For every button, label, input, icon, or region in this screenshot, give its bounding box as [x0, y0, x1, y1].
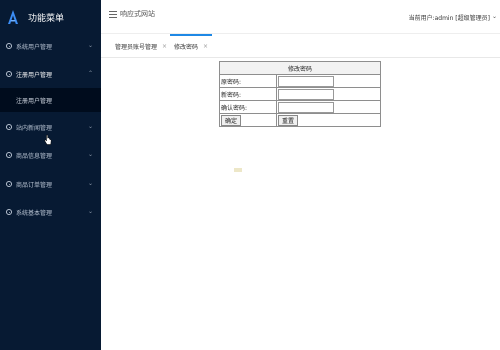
circle-icon	[6, 124, 12, 130]
site-title: 响应式网站	[120, 10, 155, 18]
change-password-form: 修改密码 原密码: 新密码: 确认密码: 确定 重置	[219, 61, 381, 127]
chevron-down-icon: ⌄	[87, 208, 93, 215]
chevron-up-icon: ⌃	[87, 70, 93, 77]
circle-icon	[6, 209, 12, 215]
close-icon[interactable]: ×	[162, 43, 167, 50]
main-content: 修改密码 原密码: 新密码: 确认密码: 确定 重置	[101, 58, 500, 350]
old-password-label: 原密码:	[219, 74, 277, 88]
chevron-down-icon: ⌄	[87, 151, 93, 158]
chevron-down-icon[interactable]: ⌄	[492, 13, 497, 20]
menu-item-registered-users[interactable]: 注册用户管理 ⌃	[0, 64, 101, 84]
circle-icon	[6, 71, 12, 77]
form-caption: 修改密码	[219, 61, 381, 75]
chevron-down-icon: ⌄	[87, 180, 93, 187]
menu-item-label: 系统用户管理	[16, 43, 53, 51]
menu-item-label: 站内新闻管理	[16, 124, 53, 132]
menu-item-system-basics[interactable]: 系统基本管理 ⌄	[0, 202, 101, 222]
new-password-field[interactable]	[278, 88, 334, 100]
menu-item-product-info[interactable]: 商品信息管理 ⌄	[0, 145, 101, 165]
mouse-cursor-icon	[44, 134, 52, 145]
submenu-item-registered-users[interactable]: 注册用户管理	[0, 88, 101, 112]
confirm-password-field[interactable]	[278, 101, 334, 113]
tab-admin-accounts[interactable]: 管理员账号管理 ×	[115, 34, 167, 58]
menu-item-label: 商品信息管理	[16, 152, 53, 160]
sidebar-title: 功能菜单	[28, 13, 65, 24]
sidebar-brand: 功能菜单	[0, 0, 101, 34]
logo-a-icon	[8, 10, 18, 24]
current-user-menu[interactable]: 当前用户:admin [超级管理员]	[409, 13, 490, 22]
render-artifact	[234, 168, 242, 172]
tab-change-password[interactable]: 修改密码 ×	[169, 34, 213, 58]
circle-icon	[6, 43, 12, 49]
reset-button[interactable]: 重置	[278, 114, 299, 126]
chevron-down-icon: ⌄	[87, 42, 93, 49]
sidebar: 功能菜单 系统用户管理 ⌄ 注册用户管理 ⌃ 注册用户管理 站内新闻管理 ⌄ 商…	[0, 0, 101, 350]
menu-item-label: 注册用户管理	[16, 71, 53, 79]
menu-item-system-users[interactable]: 系统用户管理 ⌄	[0, 36, 101, 56]
old-password-field[interactable]	[278, 75, 334, 87]
submit-button[interactable]: 确定	[221, 114, 242, 126]
tab-label: 修改密码	[174, 43, 199, 51]
tab-bar: 管理员账号管理 × 修改密码 ×	[101, 34, 500, 58]
chevron-down-icon: ⌄	[87, 123, 93, 130]
menu-item-label: 系统基本管理	[16, 209, 53, 217]
circle-icon	[6, 152, 12, 158]
confirm-password-label: 确认密码:	[219, 100, 277, 114]
new-password-label: 新密码:	[219, 87, 277, 101]
menu-icon[interactable]	[109, 11, 117, 18]
close-icon[interactable]: ×	[203, 43, 208, 50]
submenu-item-label: 注册用户管理	[16, 97, 53, 105]
circle-icon	[6, 181, 12, 187]
top-header: 响应式网站 当前用户:admin [超级管理员] ⌄	[101, 0, 500, 34]
menu-item-label: 商品订单管理	[16, 181, 53, 189]
menu-item-product-orders[interactable]: 商品订单管理 ⌄	[0, 174, 101, 194]
tab-label: 管理员账号管理	[115, 43, 158, 51]
